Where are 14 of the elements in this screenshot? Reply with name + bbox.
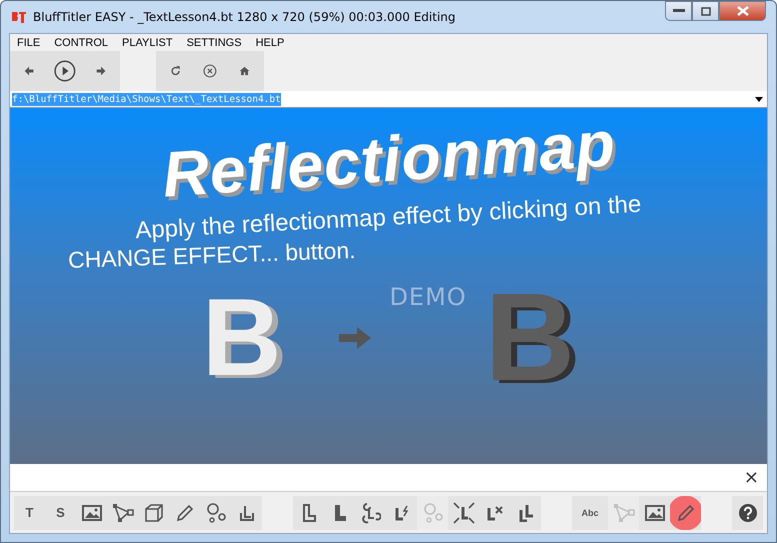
demo-watermark: DEMO [389,283,467,311]
close-strip-button[interactable]: × [744,467,759,488]
text-tool-button[interactable]: T [14,496,45,530]
text-tool-button[interactable]: S [45,496,76,530]
window-title: BluffTitler EASY - _TextLesson4.bt 1280 x 720 (59%) 00:03.000 Editing [33,10,456,24]
menu-item[interactable]: HELP [256,36,284,48]
letter-drawing: B [202,275,282,401]
menu-item[interactable]: SETTINGS [186,36,242,48]
menu-item[interactable]: CONTROL [54,36,108,48]
path-value: f:\BluffTitler\Media\Shows\Text\_TextLesson4.bt [12,92,281,106]
menu-item[interactable]: FILE [17,36,40,48]
text-resize-button[interactable]: Abc [572,496,608,530]
letter-drawing: B [484,273,575,403]
menu-item[interactable]: PLAYLIST [122,36,173,48]
